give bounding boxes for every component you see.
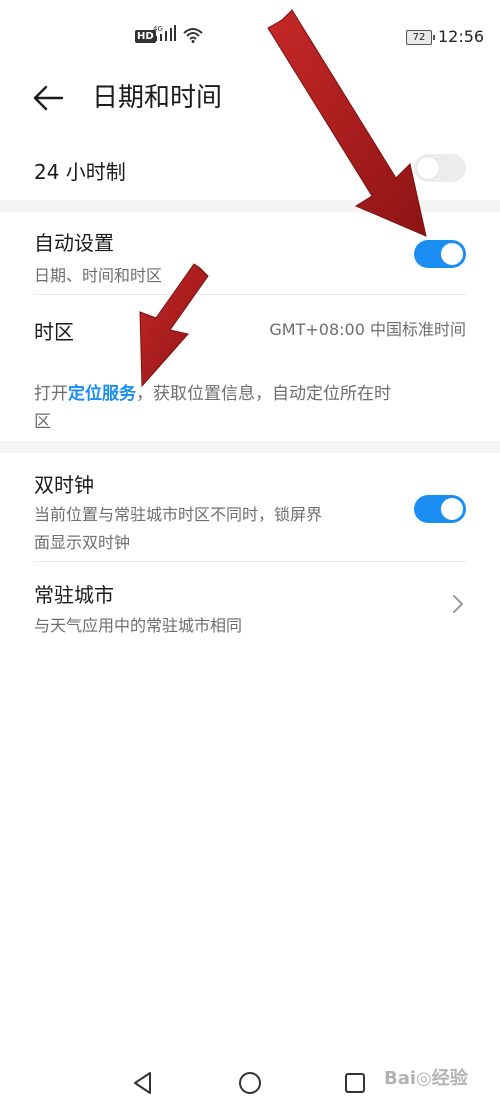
auto-set-toggle[interactable]	[414, 240, 466, 268]
row-divider	[34, 561, 466, 562]
hour24-label: 24 小时制	[34, 160, 126, 184]
timezone-label[interactable]: 时区	[34, 316, 74, 345]
section-divider	[0, 441, 500, 453]
chevron-right-icon[interactable]	[448, 592, 468, 616]
svg-text:4G: 4G	[153, 25, 163, 33]
dual-clock-subtitle-line1: 当前位置与常驻城市时区不同时，锁屏界	[34, 505, 323, 524]
dual-clock-subtitle: 当前位置与常驻城市时区不同时，锁屏界 面显示双时钟	[34, 501, 322, 557]
toggle-knob	[441, 498, 463, 520]
auto-set-label: 自动设置	[34, 231, 114, 255]
nav-back-icon[interactable]	[130, 1070, 156, 1096]
watermark: Bai◎经验	[384, 1068, 468, 1089]
hour24-toggle[interactable]	[414, 154, 466, 182]
page-title: 日期和时间	[92, 83, 223, 113]
wifi-icon	[183, 27, 203, 47]
location-hint-prefix: 打开	[34, 384, 68, 404]
location-hint: 打开定位服务，获取位置信息，自动定位所在时 区	[34, 380, 474, 436]
auto-set-subtitle: 日期、时间和时区	[34, 266, 163, 285]
status-bar: HD 4G 72 12:56	[0, 0, 500, 72]
clock-time: 12:56	[438, 27, 485, 46]
dual-clock-label: 双时钟	[34, 473, 94, 497]
back-arrow-icon[interactable]	[30, 80, 66, 116]
timezone-value[interactable]: GMT+08:00 中国标准时间	[269, 316, 466, 340]
dual-clock-subtitle-line2: 面显示双时钟	[34, 533, 131, 552]
battery-level: 72	[412, 32, 426, 43]
dual-clock-toggle[interactable]	[414, 495, 466, 523]
toggle-knob	[441, 243, 463, 265]
row-divider	[34, 294, 466, 295]
section-divider	[0, 200, 500, 212]
battery-icon: 72	[406, 30, 435, 45]
cellular-signal-icon: 4G	[153, 24, 179, 48]
nav-home-icon[interactable]	[237, 1070, 263, 1096]
toggle-knob	[417, 157, 439, 179]
nav-recents-icon[interactable]	[343, 1071, 367, 1095]
home-city-label[interactable]: 常驻城市	[34, 579, 114, 608]
location-service-link[interactable]: 定位服务	[68, 384, 136, 404]
location-hint-suffix-2: 区	[34, 412, 51, 432]
home-city-subtitle: 与天气应用中的常驻城市相同	[34, 616, 243, 635]
location-hint-suffix: ，获取位置信息，自动定位所在时	[136, 384, 391, 404]
